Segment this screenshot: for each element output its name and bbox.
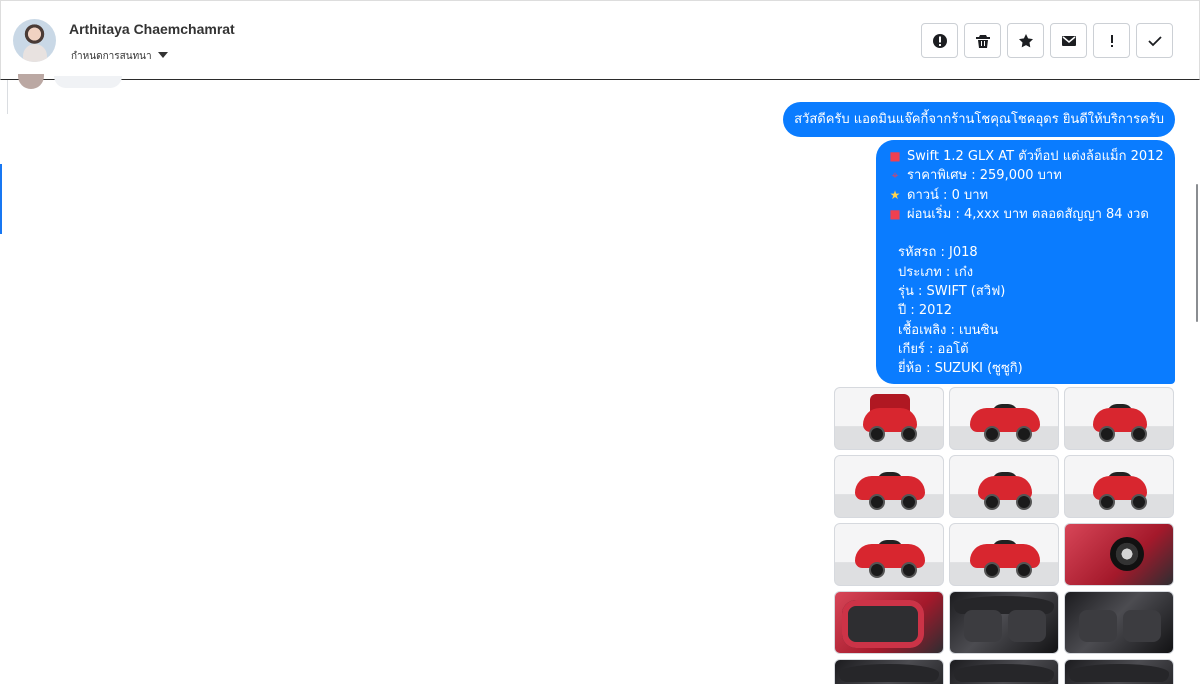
outgoing-greeting-message[interactable]: สวัสดีครับ แอดมินแจ๊คกี้จากร้านโชคุณโชคอ… [783,102,1175,137]
car-seat-image [964,610,1002,642]
car-type: ประเภท : เก๋ง [898,264,974,280]
car-interior-image [1069,664,1169,682]
car-icon: ■ [889,206,901,221]
car-year: ปี : 2012 [898,303,952,319]
car-photo-1[interactable] [834,387,944,450]
car-door-panel-image [842,600,924,648]
car-wheel-image [984,426,1000,442]
car-seat-image [1008,610,1046,642]
car-photo-14[interactable] [949,659,1059,684]
mark-done-button[interactable] [1136,23,1173,58]
delete-button[interactable] [964,23,1001,58]
car-brand: ยี่ห้อ : SUZUKI (ซูซูกิ) [898,361,1023,377]
car-photo-12[interactable] [1064,591,1174,654]
message-scrollbar[interactable] [1196,184,1198,322]
car-wheel-image [869,426,885,442]
car-wheel-image [984,562,1000,578]
car-wheel-image [901,426,917,442]
partial-contact-avatar [18,74,44,89]
chevron-down-icon [157,52,168,58]
trash-icon [975,33,991,49]
star-button[interactable] [1007,23,1044,58]
car-wheel-image [1016,426,1032,442]
mail-icon [1061,33,1077,49]
car-seat-image [1079,610,1117,642]
partial-incoming-message [54,76,122,88]
car-wheel-image [984,494,1000,510]
pin-icon: ⌖ [891,168,899,183]
car-wheel-image [1099,494,1115,510]
car-photo-15[interactable] [1064,659,1174,684]
car-photo-11[interactable] [949,591,1059,654]
check-icon [1147,33,1163,49]
car-gear: เกียร์ : ออโต้ [898,341,969,357]
mark-important-button[interactable] [1093,23,1130,58]
car-wheel-detail-image [1110,537,1144,571]
star-icon [1018,33,1034,49]
car-photo-10[interactable] [834,591,944,654]
conversation-status-label: กำหนดการสนทนา [71,51,152,62]
car-down-payment: ดาวน์ : 0 บาท [907,187,989,203]
car-photo-5[interactable] [949,455,1059,518]
contact-name[interactable]: Arthitaya Chaemchamrat [69,21,235,37]
contact-avatar[interactable] [13,19,56,62]
car-wheel-image [1099,426,1115,442]
car-price: ราคาพิเศษ : 259,000 บาท [907,168,1062,184]
car-seat-image [1123,610,1161,642]
car-details-message[interactable]: ■ Swift 1.2 GLX AT ตัวท็อป แต่งล้อแม็ก 20… [876,140,1175,384]
car-photo-2[interactable] [949,387,1059,450]
car-photo-6[interactable] [1064,455,1174,518]
car-wheel-image [1131,426,1147,442]
car-icon: ■ [889,149,901,163]
car-wheel-image [1131,494,1147,510]
car-price-line: ⌖ ราคาพิเศษ : 259,000 บาท [887,166,1165,185]
car-model: รุ่น : SWIFT (สวิฟ) [898,284,1006,300]
mail-button[interactable] [1050,23,1087,58]
car-photo-9[interactable] [1064,523,1174,586]
car-photo-4[interactable] [834,455,944,518]
conversation-status-dropdown[interactable]: กำหนดการสนทนา [71,49,168,64]
car-photo-13[interactable] [834,659,944,684]
car-interior-image [954,664,1054,682]
car-photo-gallery [834,387,1174,684]
car-wheel-image [1016,494,1032,510]
car-code: รหัสรถ : J018 [898,245,978,261]
alert-icon [932,33,948,49]
car-wheel-image [901,562,917,578]
car-fuel: เชื้อเพลิง : เบนซิน [898,322,999,338]
car-photo-8[interactable] [949,523,1059,586]
car-photo-3[interactable] [1064,387,1174,450]
car-down-line: ★ ดาวน์ : 0 บาท [887,186,1165,205]
conversation-list-edge [0,80,8,114]
car-installment-line: ■ ผ่อนเริ่ม : 4,xxx บาท ตลอดสัญญา 84 งวด [887,205,1165,224]
car-wheel-image [901,494,917,510]
car-wheel-image [1016,562,1032,578]
exclamation-icon [1104,33,1120,49]
star-icon: ★ [889,187,901,202]
car-wheel-image [869,562,885,578]
conversation-header: Arthitaya Chaemchamrat กำหนดการสนทนา [0,0,1200,80]
message-actions-toolbar [921,23,1173,58]
car-installment: ผ่อนเริ่ม : 4,xxx บาท ตลอดสัญญา 84 งวด [907,206,1149,222]
car-title-line: ■ Swift 1.2 GLX AT ตัวท็อป แต่งล้อแม็ก 20… [887,147,1165,166]
car-interior-image [839,664,939,682]
car-wheel-image [869,494,885,510]
active-conversation-marker [0,164,2,234]
alert-button[interactable] [921,23,958,58]
car-title: Swift 1.2 GLX AT ตัวท็อป แต่งล้อแม็ก 201… [907,149,1164,164]
car-photo-7[interactable] [834,523,944,586]
